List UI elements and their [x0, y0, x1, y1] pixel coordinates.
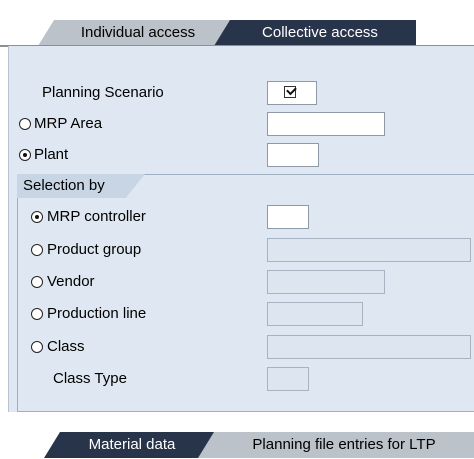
planning-scenario-label: Planning Scenario — [42, 84, 164, 101]
class-row: Class — [9, 334, 474, 360]
product-group-input[interactable] — [267, 238, 471, 262]
tab-material-data[interactable]: Material data — [44, 432, 214, 458]
vendor-input[interactable] — [267, 270, 385, 294]
checkmark-icon — [284, 86, 296, 98]
vendor-radio[interactable] — [31, 276, 43, 288]
vendor-label: Vendor — [47, 273, 95, 290]
bottom-tabstrip: Material data Planning file entries for … — [0, 412, 474, 459]
tab-planning-file-entries[interactable]: Planning file entries for LTP — [198, 432, 474, 458]
product-group-label: Product group — [47, 241, 142, 258]
mrp-controller-radio[interactable] — [31, 211, 43, 223]
tab-planning-file-entries-label: Planning file entries for LTP — [252, 436, 436, 453]
selection-group-title: Selection by — [23, 177, 105, 194]
class-label: Class — [47, 338, 85, 355]
selection-group-header: Selection by — [17, 174, 145, 198]
product-group-radio[interactable] — [31, 244, 43, 256]
tab-collective-access-label: Collective access — [262, 24, 378, 41]
mrp-controller-label: MRP controller — [47, 208, 146, 225]
production-line-label: Production line — [47, 305, 147, 322]
top-tabstrip: Individual access Collective access — [0, 0, 474, 47]
tab-material-data-label: Material data — [88, 436, 176, 453]
plant-row: Plant — [9, 142, 474, 168]
production-line-row: Production line — [9, 301, 474, 327]
class-type-label: Class Type — [53, 370, 127, 387]
mrp-area-row: MRP Area — [9, 111, 474, 137]
production-line-radio[interactable] — [31, 308, 43, 320]
tab-collective-access[interactable]: Collective access — [214, 20, 416, 46]
product-group-row: Product group — [9, 237, 474, 263]
mrp-area-radio[interactable] — [19, 118, 31, 130]
plant-input[interactable] — [267, 143, 319, 167]
vendor-row: Vendor — [9, 269, 474, 295]
class-radio[interactable] — [31, 341, 43, 353]
tab-individual-access[interactable]: Individual access — [38, 20, 230, 46]
production-line-input[interactable] — [267, 302, 363, 326]
main-panel: Planning Scenario MRP Area Plant Selecti… — [8, 46, 474, 412]
mrp-controller-input[interactable] — [267, 205, 309, 229]
mrp-area-input[interactable] — [267, 112, 385, 136]
mrp-controller-row: MRP controller — [9, 204, 474, 230]
plant-radio[interactable] — [19, 149, 31, 161]
planning-scenario-row: Planning Scenario — [9, 80, 474, 106]
class-input[interactable] — [267, 335, 471, 359]
mrp-area-label: MRP Area — [34, 115, 103, 132]
class-type-row: Class Type — [9, 366, 474, 392]
planning-scenario-checkbox[interactable] — [267, 81, 317, 105]
tab-individual-access-label: Individual access — [80, 24, 196, 41]
class-type-input[interactable] — [267, 367, 309, 391]
plant-label: Plant — [34, 146, 69, 163]
